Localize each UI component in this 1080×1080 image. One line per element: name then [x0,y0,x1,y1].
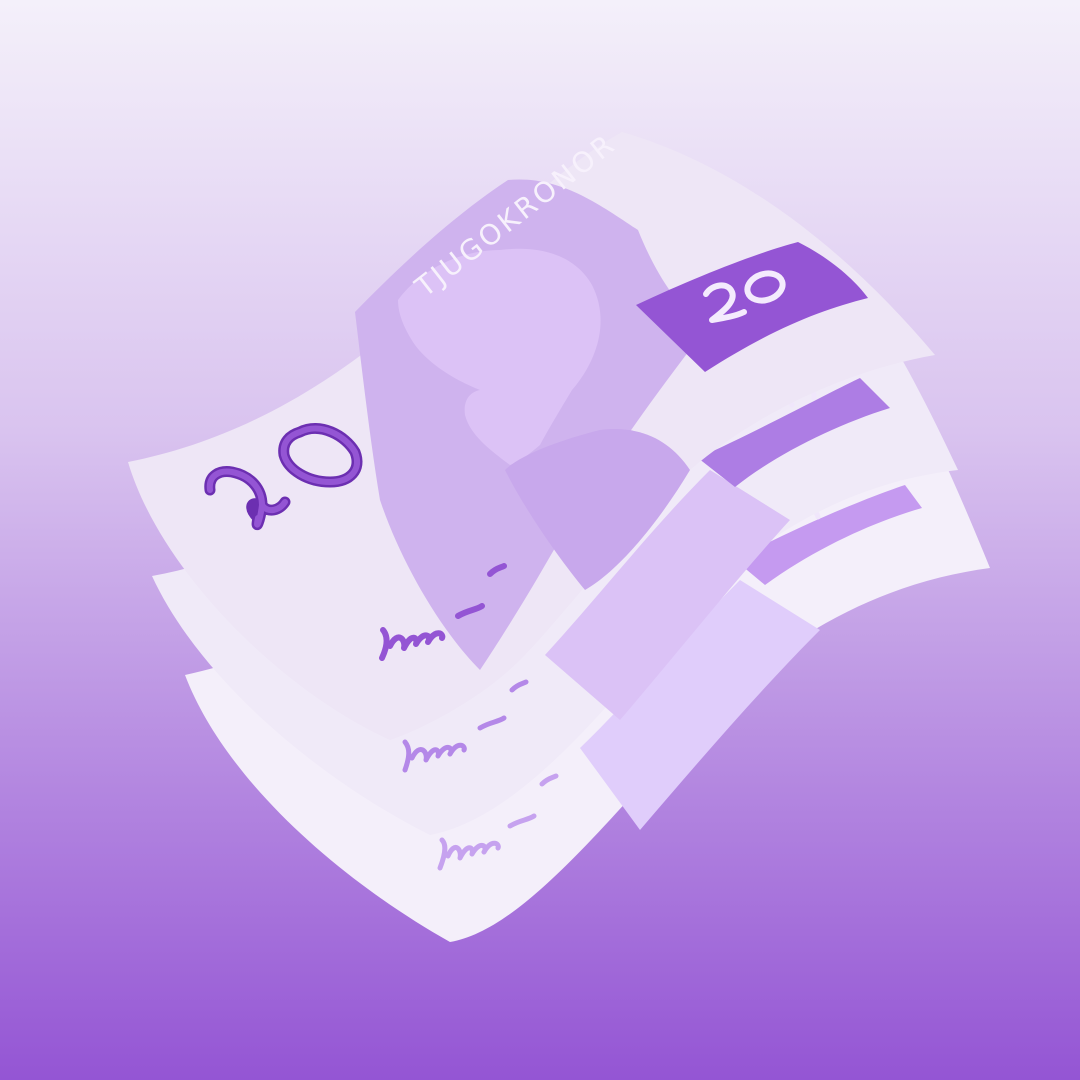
banknotes-svg: TJUGOKRONOR [0,0,1080,1080]
banknote-illustration: TJUGOKRONOR [0,0,1080,1080]
